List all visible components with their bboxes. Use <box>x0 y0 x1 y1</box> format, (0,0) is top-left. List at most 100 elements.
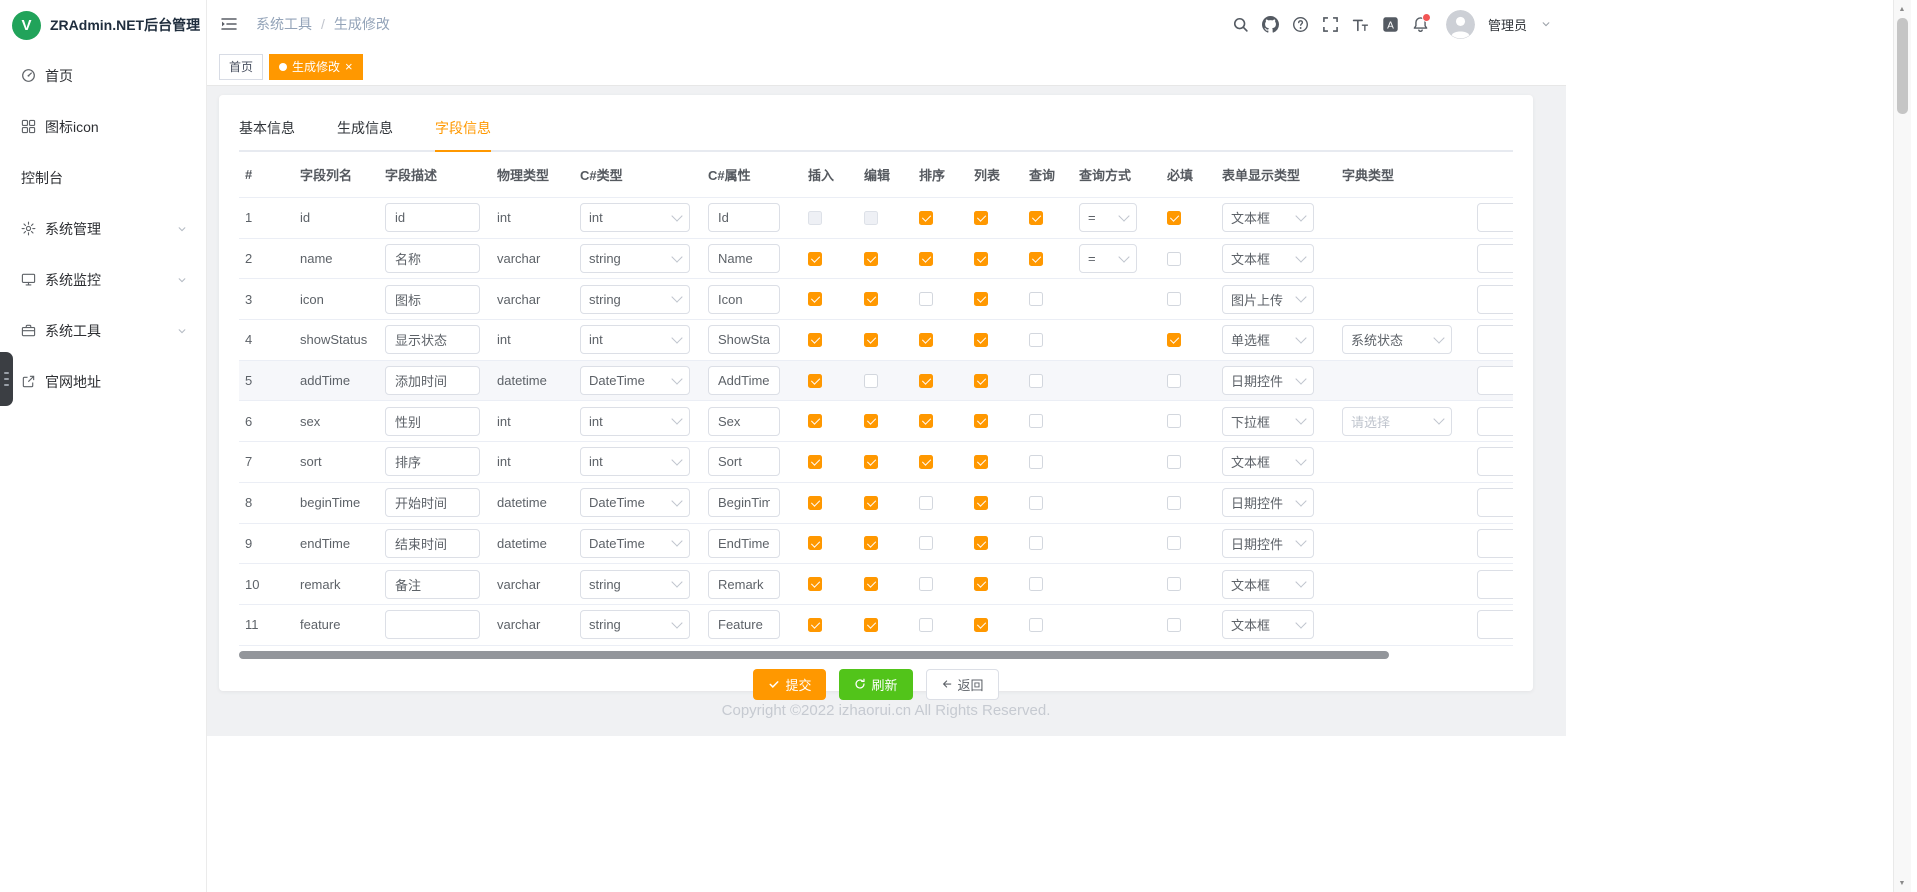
edit-checkbox[interactable] <box>864 252 878 266</box>
required-checkbox[interactable] <box>1167 577 1181 591</box>
overflow-input[interactable] <box>1477 570 1513 599</box>
csharp-attr-input[interactable] <box>708 529 780 558</box>
list-checkbox[interactable] <box>974 618 988 632</box>
overflow-input[interactable] <box>1477 285 1513 314</box>
csharp-type-select[interactable]: int <box>580 407 690 436</box>
submit-button[interactable]: 提交 <box>753 669 826 700</box>
drawer-handle[interactable] <box>0 352 13 406</box>
collapse-sidebar-icon[interactable] <box>220 16 238 32</box>
column-desc-input[interactable] <box>385 407 480 436</box>
overflow-input[interactable] <box>1477 610 1513 639</box>
query-checkbox[interactable] <box>1029 496 1043 510</box>
column-desc-input[interactable] <box>385 488 480 517</box>
sidebar-item-system-monitor[interactable]: 系统监控 <box>0 254 206 305</box>
insert-checkbox[interactable] <box>808 536 822 550</box>
list-checkbox[interactable] <box>974 455 988 469</box>
back-button[interactable]: 返回 <box>926 669 999 700</box>
csharp-type-select[interactable]: DateTime <box>580 366 690 395</box>
user-name[interactable]: 管理员 <box>1488 15 1527 34</box>
refresh-button[interactable]: 刷新 <box>839 669 912 700</box>
breadcrumb-item[interactable]: 系统工具 <box>256 14 312 34</box>
insert-checkbox[interactable] <box>808 414 822 428</box>
overflow-input[interactable] <box>1477 488 1513 517</box>
csharp-attr-input[interactable] <box>708 366 780 395</box>
csharp-type-select[interactable]: string <box>580 244 690 273</box>
bell-icon[interactable] <box>1412 16 1429 33</box>
fullscreen-icon[interactable] <box>1322 16 1339 33</box>
list-checkbox[interactable] <box>974 496 988 510</box>
csharp-attr-input[interactable] <box>708 447 780 476</box>
query-checkbox[interactable] <box>1029 252 1043 266</box>
csharp-type-select[interactable]: int <box>580 447 690 476</box>
required-checkbox[interactable] <box>1167 292 1181 306</box>
display-type-select[interactable]: 日期控件 <box>1222 366 1314 395</box>
insert-checkbox[interactable] <box>808 496 822 510</box>
font-size-icon[interactable] <box>1352 16 1369 33</box>
csharp-attr-input[interactable] <box>708 325 780 354</box>
list-checkbox[interactable] <box>974 211 988 225</box>
sidebar-item-home[interactable]: 首页 <box>0 50 206 101</box>
list-checkbox[interactable] <box>974 374 988 388</box>
column-desc-input[interactable] <box>385 529 480 558</box>
required-checkbox[interactable] <box>1167 618 1181 632</box>
query-checkbox[interactable] <box>1029 211 1043 225</box>
sort-checkbox[interactable] <box>919 374 933 388</box>
column-desc-input[interactable] <box>385 285 480 314</box>
required-checkbox[interactable] <box>1167 211 1181 225</box>
sort-checkbox[interactable] <box>919 536 933 550</box>
display-type-select[interactable]: 文本框 <box>1222 244 1314 273</box>
query-checkbox[interactable] <box>1029 618 1043 632</box>
required-checkbox[interactable] <box>1167 455 1181 469</box>
display-type-select[interactable]: 文本框 <box>1222 570 1314 599</box>
csharp-type-select[interactable]: string <box>580 610 690 639</box>
language-icon[interactable]: A <box>1382 16 1399 33</box>
edit-checkbox[interactable] <box>864 414 878 428</box>
column-desc-input[interactable] <box>385 203 480 232</box>
csharp-type-select[interactable]: int <box>580 325 690 354</box>
display-type-select[interactable]: 文本框 <box>1222 447 1314 476</box>
insert-checkbox[interactable] <box>808 252 822 266</box>
sidebar-item-system-tools[interactable]: 系统工具 <box>0 305 206 356</box>
insert-checkbox[interactable] <box>808 333 822 347</box>
display-type-select[interactable]: 日期控件 <box>1222 529 1314 558</box>
sort-checkbox[interactable] <box>919 577 933 591</box>
chevron-down-icon[interactable] <box>1540 18 1552 30</box>
content-tab-0[interactable]: 基本信息 <box>239 112 295 150</box>
required-checkbox[interactable] <box>1167 414 1181 428</box>
insert-checkbox[interactable] <box>808 211 822 225</box>
content-tab-1[interactable]: 生成信息 <box>337 112 393 150</box>
csharp-attr-input[interactable] <box>708 570 780 599</box>
csharp-attr-input[interactable] <box>708 203 780 232</box>
edit-checkbox[interactable] <box>864 496 878 510</box>
column-desc-input[interactable] <box>385 610 480 639</box>
sort-checkbox[interactable] <box>919 333 933 347</box>
overflow-input[interactable] <box>1477 325 1513 354</box>
query-type-select[interactable]: = <box>1079 203 1137 232</box>
sort-checkbox[interactable] <box>919 496 933 510</box>
edit-checkbox[interactable] <box>864 211 878 225</box>
query-checkbox[interactable] <box>1029 455 1043 469</box>
avatar[interactable] <box>1446 10 1475 39</box>
column-desc-input[interactable] <box>385 366 480 395</box>
sort-checkbox[interactable] <box>919 211 933 225</box>
csharp-attr-input[interactable] <box>708 244 780 273</box>
github-icon[interactable] <box>1262 16 1279 33</box>
required-checkbox[interactable] <box>1167 333 1181 347</box>
display-type-select[interactable]: 文本框 <box>1222 610 1314 639</box>
close-icon[interactable]: × <box>345 60 353 73</box>
sidebar-item-system-admin[interactable]: 系统管理 <box>0 203 206 254</box>
required-checkbox[interactable] <box>1167 496 1181 510</box>
query-checkbox[interactable] <box>1029 536 1043 550</box>
edit-checkbox[interactable] <box>864 292 878 306</box>
sort-checkbox[interactable] <box>919 292 933 306</box>
csharp-type-select[interactable]: int <box>580 203 690 232</box>
csharp-type-select[interactable]: DateTime <box>580 529 690 558</box>
sort-checkbox[interactable] <box>919 414 933 428</box>
vertical-scrollbar[interactable]: ▲ ▼ <box>1893 0 1911 892</box>
column-desc-input[interactable] <box>385 570 480 599</box>
list-checkbox[interactable] <box>974 252 988 266</box>
scroll-up-arrow[interactable]: ▲ <box>1894 1 1910 17</box>
overflow-input[interactable] <box>1477 447 1513 476</box>
list-checkbox[interactable] <box>974 292 988 306</box>
overflow-input[interactable] <box>1477 244 1513 273</box>
